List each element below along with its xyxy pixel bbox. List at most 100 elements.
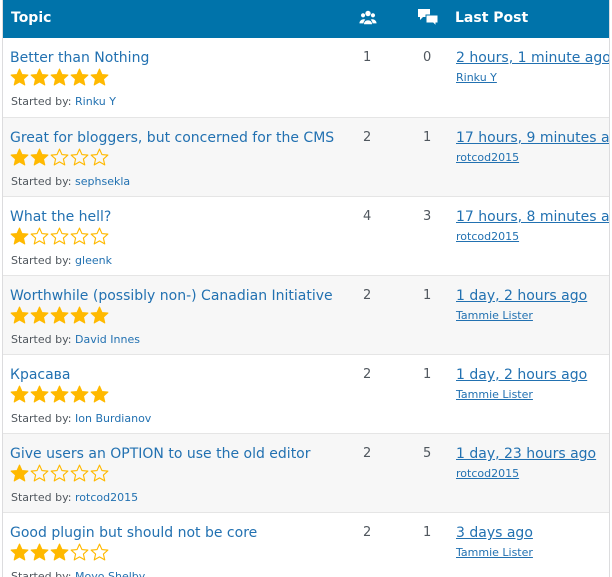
last-post-author-link[interactable]: rotcod2015 xyxy=(456,230,519,243)
star-rating xyxy=(10,385,109,404)
star-filled-icon xyxy=(10,543,29,561)
star-filled-icon xyxy=(10,227,29,245)
last-post-link[interactable]: 17 hours, 8 minutes ago xyxy=(456,209,609,225)
star-rating xyxy=(10,306,109,325)
reply-count: 1 xyxy=(423,288,432,303)
topic-starter: Started by: Moyo Shelby xyxy=(11,570,145,577)
star-empty-icon xyxy=(50,227,69,245)
author-link[interactable]: David Innes xyxy=(75,333,140,346)
star-empty-icon xyxy=(90,148,109,166)
star-rating xyxy=(10,148,109,167)
voice-count: 2 xyxy=(363,446,372,461)
author-link[interactable]: Moyo Shelby xyxy=(75,570,145,577)
voice-count: 2 xyxy=(363,367,372,382)
last-post-author-link[interactable]: Tammie Lister xyxy=(456,388,533,401)
last-post-link[interactable]: 1 day, 2 hours ago xyxy=(456,367,587,383)
author-link[interactable]: Ion Burdianov xyxy=(75,412,151,425)
star-empty-icon xyxy=(90,464,109,482)
last-post-link[interactable]: 17 hours, 9 minutes ago xyxy=(456,130,609,146)
star-empty-icon xyxy=(30,227,49,245)
star-empty-icon xyxy=(90,227,109,245)
star-filled-icon xyxy=(10,385,29,403)
reply-count: 1 xyxy=(423,525,432,540)
star-filled-icon xyxy=(70,306,89,324)
star-filled-icon xyxy=(90,306,109,324)
star-empty-icon xyxy=(70,464,89,482)
reply-count: 3 xyxy=(423,209,432,224)
last-post-author-link[interactable]: Tammie Lister xyxy=(456,309,533,322)
started-by-label: Started by: xyxy=(11,570,72,577)
author-link[interactable]: Rinku Y xyxy=(75,95,116,108)
last-post-author-link[interactable]: Rinku Y xyxy=(456,71,497,84)
last-post-link[interactable]: 3 days ago xyxy=(456,525,533,541)
topic-starter: Started by: David Innes xyxy=(11,333,140,346)
topic-title-link[interactable]: Great for bloggers, but concerned for th… xyxy=(10,130,334,146)
last-post-author-link[interactable]: Tammie Lister xyxy=(456,546,533,559)
topic-title-link[interactable]: What the hell? xyxy=(10,209,111,225)
last-post-author-link[interactable]: rotcod2015 xyxy=(456,151,519,164)
started-by-label: Started by: xyxy=(11,95,72,108)
table-row: Give users an OPTION to use the old edit… xyxy=(3,433,609,512)
star-filled-icon xyxy=(10,68,29,86)
star-rating xyxy=(10,68,109,87)
author-link[interactable]: sephsekla xyxy=(75,175,130,188)
topic-starter: Started by: rotcod2015 xyxy=(11,491,138,504)
topic-title-link[interactable]: Better than Nothing xyxy=(10,50,149,66)
last-post-link[interactable]: 2 hours, 1 minute ago xyxy=(456,50,609,66)
star-filled-icon xyxy=(30,543,49,561)
table-row: Good plugin but should not be core Starte… xyxy=(3,512,609,577)
voices-icon xyxy=(359,9,377,27)
star-rating xyxy=(10,464,109,483)
last-post-column-header: Last Post xyxy=(455,10,529,26)
topic-title-link[interactable]: Worthwhile (possibly non-) Canadian Init… xyxy=(10,288,333,304)
table-row: What the hell? Started by: gleenk 4 3 17 hou… xyxy=(3,196,609,275)
voice-count: 4 xyxy=(363,209,372,224)
star-filled-icon xyxy=(90,68,109,86)
started-by-label: Started by: xyxy=(11,254,72,267)
star-empty-icon xyxy=(90,543,109,561)
star-filled-icon xyxy=(70,68,89,86)
topic-title-link[interactable]: Красава xyxy=(10,367,71,383)
last-post-link[interactable]: 1 day, 23 hours ago xyxy=(456,446,596,462)
topic-starter: Started by: Rinku Y xyxy=(11,95,116,108)
topic-title-link[interactable]: Give users an OPTION to use the old edit… xyxy=(10,446,311,462)
star-empty-icon xyxy=(70,543,89,561)
star-empty-icon xyxy=(50,148,69,166)
forum-topics-table: Topic Last Post Better than Nothing Start… xyxy=(2,0,610,577)
star-rating xyxy=(10,227,109,246)
star-rating xyxy=(10,543,109,562)
topic-starter: Started by: Ion Burdianov xyxy=(11,412,151,425)
star-filled-icon xyxy=(30,385,49,403)
star-empty-icon xyxy=(70,227,89,245)
star-filled-icon xyxy=(50,68,69,86)
started-by-label: Started by: xyxy=(11,412,72,425)
table-row: Красава Started by: Ion Burdianov 2 1 1 day,… xyxy=(3,354,609,433)
star-empty-icon xyxy=(70,148,89,166)
voice-count: 1 xyxy=(363,50,372,65)
started-by-label: Started by: xyxy=(11,491,72,504)
topic-starter: Started by: gleenk xyxy=(11,254,112,267)
star-empty-icon xyxy=(50,464,69,482)
last-post-author-link[interactable]: rotcod2015 xyxy=(456,467,519,480)
replies-icon xyxy=(417,8,439,28)
reply-count: 0 xyxy=(423,50,432,65)
star-filled-icon xyxy=(10,464,29,482)
star-filled-icon xyxy=(50,385,69,403)
table-row: Better than Nothing Started by: Rinku Y 1 0… xyxy=(3,38,609,117)
topic-starter: Started by: sephsekla xyxy=(11,175,130,188)
star-filled-icon xyxy=(10,306,29,324)
star-filled-icon xyxy=(30,306,49,324)
table-row: Worthwhile (possibly non-) Canadian Init… xyxy=(3,275,609,354)
star-filled-icon xyxy=(50,306,69,324)
started-by-label: Started by: xyxy=(11,175,72,188)
reply-count: 5 xyxy=(423,446,432,461)
topic-list: Better than Nothing Started by: Rinku Y 1 0… xyxy=(3,38,609,577)
table-header: Topic Last Post xyxy=(3,0,609,38)
table-row: Great for bloggers, but concerned for th… xyxy=(3,117,609,196)
star-empty-icon xyxy=(30,464,49,482)
author-link[interactable]: gleenk xyxy=(75,254,112,267)
voice-count: 2 xyxy=(363,130,372,145)
last-post-link[interactable]: 1 day, 2 hours ago xyxy=(456,288,587,304)
author-link[interactable]: rotcod2015 xyxy=(75,491,138,504)
topic-title-link[interactable]: Good plugin but should not be core xyxy=(10,525,257,541)
